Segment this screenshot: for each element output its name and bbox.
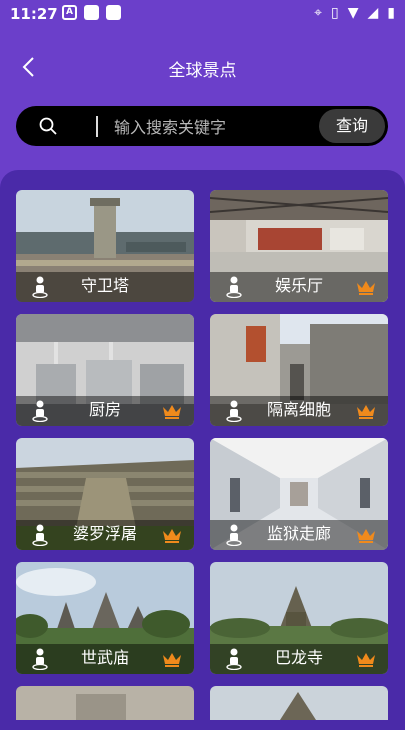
location-icon: ⌖ xyxy=(314,5,322,21)
scene-card[interactable]: 守卫塔 xyxy=(16,190,194,302)
scene-card[interactable] xyxy=(210,686,388,720)
search-bar: 查询 xyxy=(16,106,388,146)
notification-icon xyxy=(106,5,121,20)
notification-icon xyxy=(84,5,99,20)
vibrate-icon: ▯ xyxy=(331,5,339,21)
vip-crown-icon xyxy=(357,653,375,667)
signal-icon: ◢ xyxy=(367,5,379,21)
wifi-icon: ▼ xyxy=(347,5,359,21)
vip-crown-icon xyxy=(163,653,181,667)
vip-crown-icon xyxy=(163,405,181,419)
scene-card[interactable]: 巴龙寺 xyxy=(210,562,388,674)
vip-crown-icon xyxy=(357,529,375,543)
status-time: 11:27 xyxy=(10,5,58,23)
scene-card[interactable]: 婆罗浮屠 xyxy=(16,438,194,550)
battery-icon: ▮ xyxy=(387,5,395,21)
search-button[interactable]: 查询 xyxy=(319,109,385,143)
status-bar: 11:27 A ⌖ ▯ ▼ ◢ ▮ xyxy=(0,0,405,28)
search-icon xyxy=(39,117,57,135)
scene-card[interactable]: 世武庙 xyxy=(16,562,194,674)
scene-thumbnail xyxy=(16,686,194,720)
scene-thumbnail xyxy=(210,686,388,720)
scene-card[interactable]: 监狱走廊 xyxy=(210,438,388,550)
scene-card[interactable]: 厨房 xyxy=(16,314,194,426)
scene-card[interactable]: 娱乐厅 xyxy=(210,190,388,302)
vip-crown-icon xyxy=(163,529,181,543)
page-title: 全球景点 xyxy=(168,61,237,81)
vip-crown-icon xyxy=(357,281,375,295)
search-input[interactable] xyxy=(112,114,316,140)
title-bar: 全球景点 xyxy=(0,50,405,84)
vip-crown-icon xyxy=(357,405,375,419)
scene-card[interactable]: 隔离细胞 xyxy=(210,314,388,426)
search-divider xyxy=(96,116,98,137)
notification-a-icon: A xyxy=(62,5,77,20)
scene-card[interactable] xyxy=(16,686,194,720)
card-label: 守卫塔 xyxy=(80,276,129,295)
